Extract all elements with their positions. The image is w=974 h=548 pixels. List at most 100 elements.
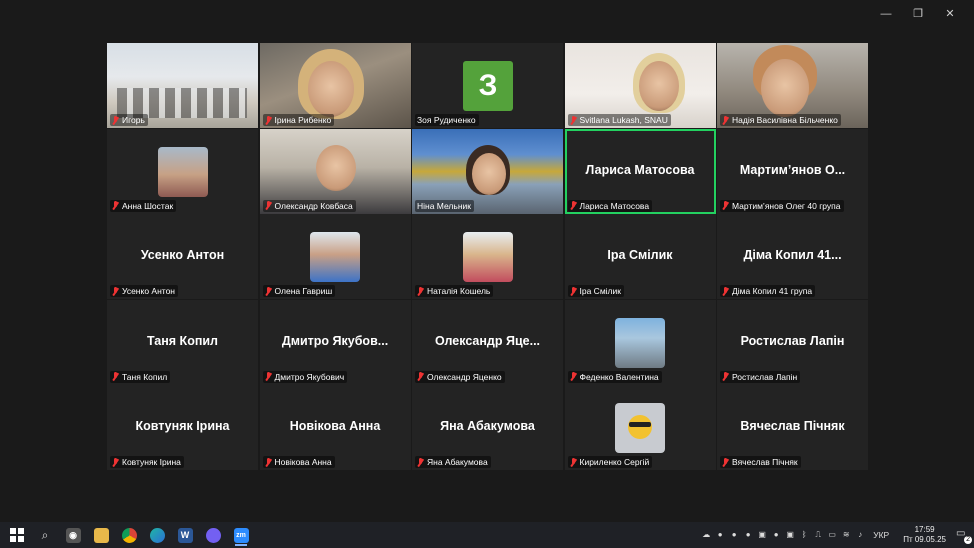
participant-tile[interactable]: Олександр Яце... Олександр Яценко [412, 299, 563, 385]
participant-tile[interactable]: Олена Гавриш [259, 214, 411, 299]
muted-mic-icon [265, 457, 272, 467]
participant-name: Яна Абакумова [415, 456, 491, 468]
participant-tile-active-speaker[interactable]: Лариса Матосова Лариса Матосова [564, 128, 716, 214]
participant-name: Олена Гавриш [262, 285, 336, 297]
muted-mic-icon [570, 286, 577, 296]
tray-app-icon[interactable]: ▣ [757, 530, 767, 540]
participant-name: Ростислав Лапін [720, 370, 801, 383]
participant-avatar [310, 232, 360, 282]
participant-tile[interactable]: Мартим’янов О... Мартим’янов Олег 40 гру… [717, 128, 868, 214]
chrome-icon[interactable] [116, 524, 142, 546]
participant-display-name: Діма Копил 41... [743, 248, 842, 262]
date: Пт 09.05.25 [903, 535, 946, 544]
participant-name: Олександр Ковбаса [262, 199, 356, 212]
participant-display-name: Олександр Яце... [434, 333, 541, 348]
muted-mic-icon [265, 115, 272, 125]
participant-name: Іра Смілик [567, 285, 624, 297]
participant-tile[interactable]: Феденко Валентина [564, 299, 716, 385]
participant-name: Усенко Антон [110, 285, 178, 297]
bluetooth-icon[interactable]: ᛒ [799, 530, 809, 540]
muted-mic-icon [112, 372, 119, 381]
battery-icon[interactable]: ▭ [827, 530, 837, 540]
participant-tile[interactable]: Яна Абакумова Яна Абакумова [412, 385, 563, 470]
participant-tile[interactable]: Іра Смілик Іра Смілик [564, 214, 716, 299]
muted-mic-icon [570, 372, 577, 381]
participant-name: Діма Копил 41 група [720, 285, 816, 297]
participant-display-name: Таня Копил [146, 333, 219, 348]
viber-icon[interactable] [200, 524, 226, 546]
participant-tile[interactable]: Олександр Ковбаса [259, 128, 411, 214]
participant-name: Анна Шостак [110, 199, 177, 212]
participant-name: Новікова Анна [262, 456, 335, 468]
participant-name: Ковтуняк Ірина [110, 456, 184, 468]
muted-mic-icon [417, 372, 424, 381]
participant-tile[interactable]: Наталія Кошель [412, 214, 563, 299]
participant-tile[interactable]: Новікова Анна Новікова Анна [259, 385, 411, 470]
participant-tile[interactable]: Ніна Мельник [412, 128, 563, 214]
muted-mic-icon [570, 115, 577, 125]
participant-tile[interactable]: Діма Копил 41... Діма Копил 41 група [717, 214, 868, 299]
participant-name: Игорь [110, 114, 148, 126]
notification-icon[interactable]: ▭ 2 [956, 528, 972, 544]
tray-app-icon[interactable]: ▣ [785, 530, 795, 540]
participant-tile[interactable]: Вячеслав Пічняк Вячеслав Пічняк [717, 385, 868, 470]
participant-tile[interactable]: Svitlana Lukash, SNAU [564, 43, 716, 128]
muted-mic-icon [722, 201, 729, 210]
tray-app-icon[interactable]: ● [729, 530, 739, 540]
wifi-icon[interactable]: ≋ [841, 530, 851, 540]
participant-tile[interactable]: Надія Василівна Більченко [717, 43, 868, 128]
volume-icon[interactable]: ♪ [855, 530, 865, 540]
zoom-icon[interactable]: zm [228, 524, 254, 546]
restore-button[interactable]: ❐ [902, 6, 934, 22]
participant-avatar [615, 403, 665, 453]
muted-mic-icon [417, 286, 424, 296]
participant-name: Таня Копил [110, 370, 171, 383]
participant-name: Надія Василівна Більченко [720, 114, 841, 126]
participant-display-name: Ковтуняк Ірина [135, 419, 230, 433]
participant-display-name: Мартим’янов О... [739, 162, 846, 177]
tray-app-icon[interactable]: ● [743, 530, 753, 540]
windows-start-icon[interactable] [10, 528, 24, 542]
word-icon[interactable]: W [172, 524, 198, 546]
participant-avatar [615, 317, 665, 368]
participant-tile[interactable]: Кириленко Сергій [564, 385, 716, 470]
participant-display-name: Дмитро Якубов... [281, 333, 389, 348]
muted-mic-icon [722, 115, 729, 125]
language-indicator[interactable]: УКР [873, 530, 889, 540]
muted-mic-icon [112, 286, 119, 296]
participant-name: Ніна Мельник [415, 199, 474, 212]
participant-name: Кириленко Сергій [567, 456, 653, 468]
participant-tile[interactable]: Игорь [107, 43, 258, 128]
participant-tile[interactable]: Ростислав Лапін Ростислав Лапін [717, 299, 868, 385]
clock[interactable]: 17:59 Пт 09.05.25 [903, 525, 946, 545]
participant-avatar [157, 146, 208, 197]
participant-name: Лариса Матосова [567, 199, 653, 212]
weather-icon[interactable]: ☁ [701, 530, 711, 540]
word-letter: W [177, 527, 193, 543]
participant-tile[interactable]: Анна Шостак [107, 128, 258, 214]
participant-tile[interactable]: Дмитро Якубов... Дмитро Якубович [259, 299, 411, 385]
participant-display-name: Усенко Антон [140, 248, 225, 262]
participant-tile[interactable]: Усенко Антон Усенко Антон [107, 214, 258, 299]
tray-app-icon[interactable]: ● [771, 530, 781, 540]
tray-app-icon[interactable]: ● [715, 530, 725, 540]
search-icon[interactable]: ⌕ [32, 524, 58, 546]
file-explorer-icon[interactable] [88, 524, 114, 546]
participant-name: Олександр Яценко [415, 370, 505, 383]
usb-icon[interactable]: ⎍ [813, 530, 823, 540]
participant-tile[interactable]: З Зоя Рудиченко [412, 43, 563, 128]
minimize-button[interactable]: — [870, 6, 902, 22]
muted-mic-icon [112, 457, 119, 467]
gallery-view: Игорь Ірина Рибенко З Зоя Рудиченко Svit… [107, 43, 868, 472]
participant-name: Svitlana Lukash, SNAU [567, 114, 671, 126]
close-button[interactable]: ✕ [934, 6, 966, 22]
participant-name: Дмитро Якубович [262, 370, 348, 383]
muted-mic-icon [722, 457, 729, 467]
participant-tile[interactable]: Таня Копил Таня Копил [107, 299, 258, 385]
participant-tile[interactable]: Ковтуняк Ірина Ковтуняк Ірина [107, 385, 258, 470]
edge-icon[interactable] [144, 524, 170, 546]
participant-tile[interactable]: Ірина Рибенко [259, 43, 411, 128]
muted-mic-icon [265, 201, 272, 210]
participant-avatar [462, 232, 513, 282]
camera-icon[interactable]: ◉ [60, 524, 86, 546]
